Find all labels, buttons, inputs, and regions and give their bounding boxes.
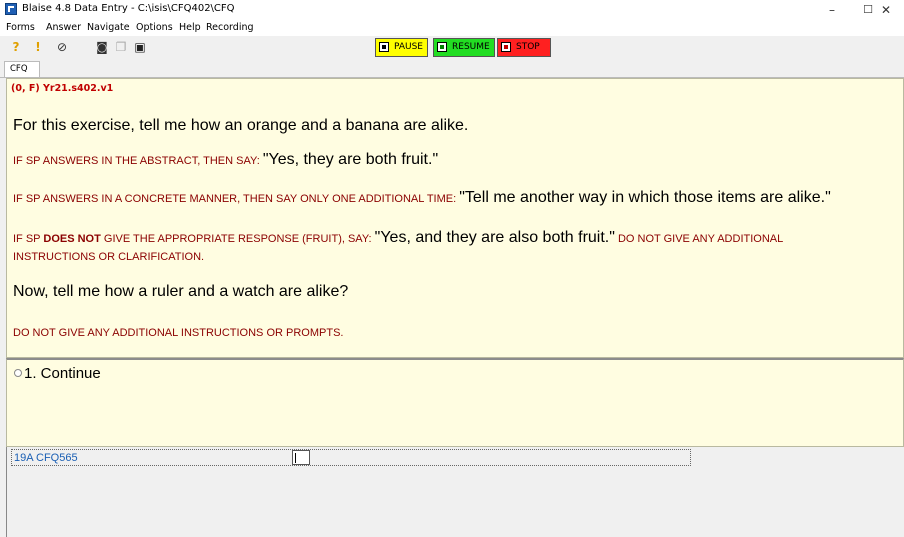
menu-help[interactable]: Help [179,22,201,33]
save-icon[interactable]: ▣ [133,40,147,54]
close-button[interactable]: ✕ [868,0,904,20]
interviewer-instruction: IF SP [13,233,44,245]
menu-forms[interactable]: Forms [6,22,35,33]
question-line-3: IF SP ANSWERS IN A CONCRETE MANNER, THEN… [13,189,831,207]
menu-options[interactable]: Options [136,22,173,33]
pause-icon [379,42,389,52]
menu-navigate[interactable]: Navigate [87,22,130,33]
question-pane: (0, F) Yr21.s402.v1 For this exercise, t… [6,78,904,358]
resume-label: RESUME [452,42,490,52]
exclamation-icon[interactable]: ! [31,40,45,54]
answer-pane: 1. Continue [6,358,904,447]
tab-cfq[interactable]: CFQ [4,61,40,77]
search-binoculars-icon[interactable]: ◙ [95,40,109,54]
question-line-6: DO NOT GIVE ANY ADDITIONAL INSTRUCTIONS … [13,327,344,339]
emphasis-text: DOES NOT [43,233,101,245]
resume-button[interactable]: RESUME [433,38,495,57]
stop-label: STOP [516,42,540,52]
question-line-4: IF SP DOES NOT GIVE THE APPROPRIATE RESP… [13,229,783,247]
pause-button[interactable]: PAUSE [375,38,428,57]
question-line-4b: INSTRUCTIONS OR CLARIFICATION. [13,251,205,263]
question-line-2: IF SP ANSWERS IN THE ABSTRACT, THEN SAY:… [13,151,438,169]
menu-answer[interactable]: Answer [46,22,81,33]
window-title: Blaise 4.8 Data Entry - C:\isis\CFQ402\C… [22,3,235,14]
answer-input[interactable] [292,450,310,465]
stop-icon [501,42,511,52]
field-row: 19A CFQ565 [11,449,691,466]
menu-bar: Forms Answer Navigate Options Help Recor… [0,20,904,36]
radio-button[interactable] [14,369,22,377]
interviewer-instruction: IF SP ANSWERS IN A CONCRETE MANNER, THEN… [13,193,460,205]
blaise-app-icon [5,3,17,15]
interviewer-instruction: DO NOT GIVE ANY ADDITIONAL [614,233,784,245]
question-line-1: For this exercise, tell me how an orange… [13,117,469,134]
title-bar: Blaise 4.8 Data Entry - C:\isis\CFQ402\C… [0,0,904,20]
stop-button[interactable]: STOP [497,38,551,57]
pause-label: PAUSE [394,42,423,52]
text-caret [295,453,296,463]
minimize-button[interactable]: – [814,0,850,20]
copy-icon[interactable]: ❐ [114,40,128,54]
question-line-5: Now, tell me how a ruler and a watch are… [13,283,349,300]
tab-strip: CFQ [0,60,904,78]
form-pane: 19A CFQ565 [6,447,904,537]
toolbar: ? ! ⊘ ◙ ❐ ▣ PAUSE RESUME STOP [0,36,904,60]
say-text: "Tell me another way in which those item… [459,189,831,206]
menu-recording[interactable]: Recording [206,22,254,33]
interviewer-instruction: IF SP ANSWERS IN THE ABSTRACT, THEN SAY: [13,155,263,167]
say-text: "Yes, they are both fruit." [262,151,439,168]
answer-label: 1. Continue [24,365,101,382]
help-question-icon[interactable]: ? [9,40,23,54]
question-id: (0, F) Yr21.s402.v1 [11,83,114,94]
field-label: 19A CFQ565 [14,452,78,464]
paperclip-icon[interactable]: ⊘ [55,40,69,54]
resume-icon [437,42,447,52]
say-text: "Yes, and they are also both fruit." [374,229,615,246]
interviewer-instruction: GIVE THE APPROPRIATE RESPONSE (FRUIT), S… [100,233,375,245]
